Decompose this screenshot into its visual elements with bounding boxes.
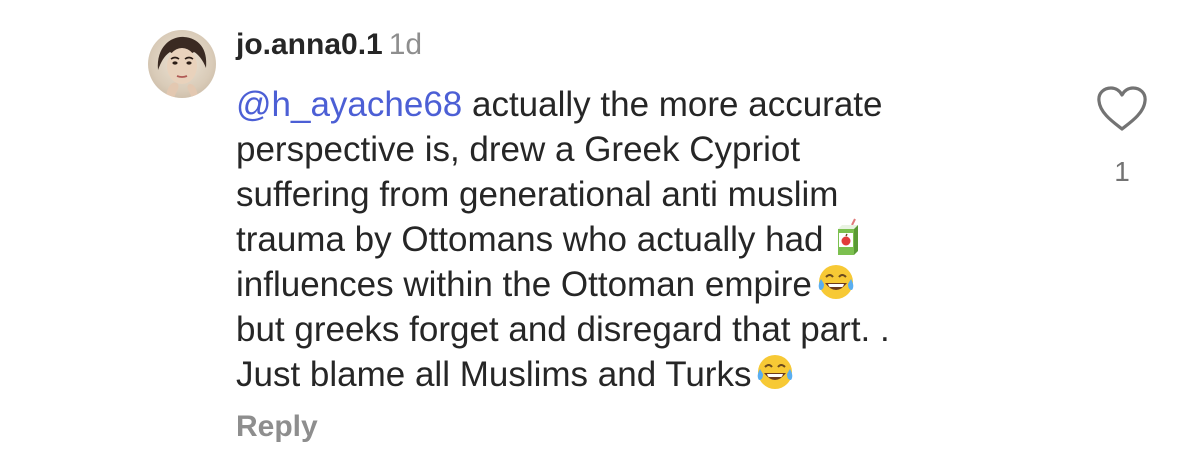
comment-item: jo.anna0.1 1d @h_ayache68 actually the m… [0,0,1200,468]
comment-line-3: suffering from generational anti muslim [236,175,839,214]
mention-link[interactable]: @h_ayache68 [236,85,462,124]
avatar[interactable] [148,30,216,98]
comment-line-5-text: influences within the Ottoman empire [236,265,812,304]
comment-line-6: but greeks forget and disregard that par… [236,310,890,349]
like-block: 1 [1094,84,1150,188]
comment-line-4: trauma by Ottomans who actually had [236,217,1056,262]
like-count: 1 [1114,156,1130,187]
comment-line-1-text: actually the more accurate [462,85,883,124]
comment-line-5: influences within the Ottoman empire [236,262,1056,307]
comment-line-1: @h_ayache68 actually the more accurate [236,82,1056,127]
username-link[interactable]: jo.anna0.1 [236,28,383,62]
comment-text: @h_ayache68 actually the more accurate p… [236,82,1056,397]
heart-outline-icon[interactable] [1094,84,1150,134]
tears-of-joy-icon [758,355,793,389]
tears-of-joy-icon [818,265,854,299]
comment-line-7-text: Just blame all Muslims and Turks [236,355,752,394]
comment-line-4-text: trauma by Ottomans who actually had [236,220,824,259]
reply-button[interactable]: Reply [236,410,318,444]
timestamp: 1d [388,28,423,61]
avatar-portrait-icon [157,36,207,98]
comment-line-2: perspective is, drew a Greek Cypriot [236,130,801,169]
comment-header: jo.anna0.1 1d [236,28,422,72]
comment-line-7: Just blame all Muslims and Turks [236,352,1056,397]
juice-box-icon [837,218,858,255]
